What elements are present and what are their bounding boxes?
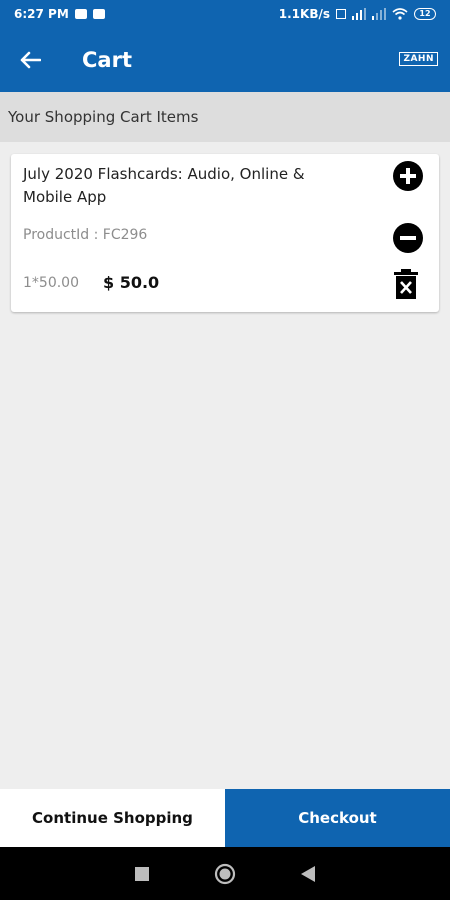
continue-shopping-button[interactable]: Continue Shopping <box>0 789 225 847</box>
bottom-action-bar: Continue Shopping Checkout <box>0 789 450 847</box>
back-button[interactable] <box>0 28 60 92</box>
volte-icon <box>336 9 346 19</box>
signal-icon <box>352 8 366 20</box>
message-icon <box>74 9 87 19</box>
status-bar: 6:27 PM 1.1KB/s 12 <box>0 0 450 28</box>
arrow-left-icon <box>20 51 41 69</box>
recents-square-icon <box>134 866 149 881</box>
battery-level: 12 <box>419 9 431 18</box>
app-bar: Cart ZAHN <box>0 28 450 92</box>
battery-icon: 12 <box>414 8 436 20</box>
system-navigation-bar <box>0 847 450 900</box>
trash-icon <box>394 269 418 299</box>
page-title: Cart <box>82 48 132 72</box>
youtube-icon <box>92 9 105 19</box>
status-time: 6:27 PM <box>14 7 69 21</box>
cart-item-card: July 2020 Flashcards: Audio, Online & Mo… <box>11 154 439 312</box>
back-triangle-icon <box>301 865 316 882</box>
item-total: $ 50.0 <box>103 273 160 292</box>
plus-circle-icon <box>393 161 423 191</box>
network-speed: 1.1KB/s <box>278 7 330 21</box>
wifi-icon <box>392 8 408 20</box>
quantity-unit-price: 1*50.00 <box>23 275 79 291</box>
signal-icon <box>372 8 386 20</box>
decrease-quantity-button[interactable] <box>392 222 424 254</box>
home-button[interactable] <box>213 862 237 886</box>
home-circle-icon <box>214 863 236 884</box>
recents-button[interactable] <box>130 862 154 886</box>
product-id: ProductId : FC296 <box>23 227 148 243</box>
product-name: July 2020 Flashcards: Audio, Online & Mo… <box>23 165 305 206</box>
system-back-button[interactable] <box>296 862 320 886</box>
increase-quantity-button[interactable] <box>392 160 424 192</box>
cart-section-header: Your Shopping Cart Items <box>0 92 450 142</box>
cart-screen: 6:27 PM 1.1KB/s 12 Cart ZAHN Your Shoppi… <box>0 0 450 900</box>
checkout-button[interactable]: Checkout <box>225 789 450 847</box>
minus-circle-icon <box>393 223 423 253</box>
brand-logo: ZAHN <box>399 52 438 66</box>
delete-item-button[interactable] <box>393 268 419 300</box>
